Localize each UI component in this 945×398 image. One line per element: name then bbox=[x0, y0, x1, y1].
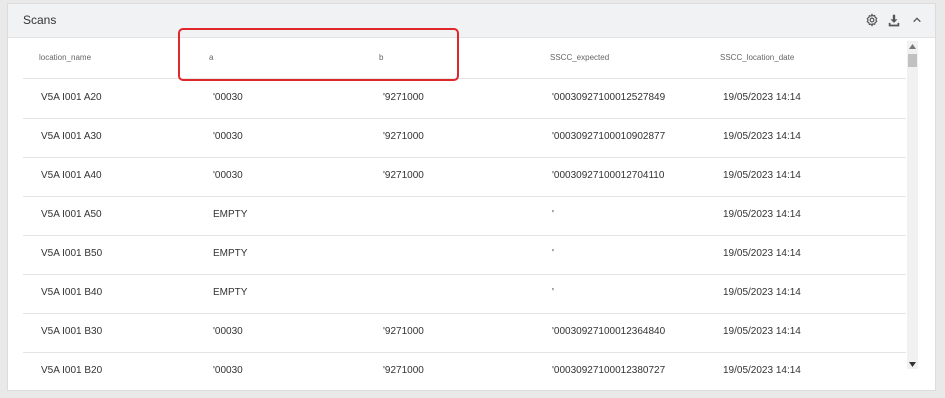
cell-sscc-location-date: 19/05/2023 14:14 bbox=[723, 209, 801, 220]
cell-sscc-expected: '00030927100012704110 bbox=[552, 170, 665, 181]
vertical-scrollbar[interactable] bbox=[907, 41, 918, 369]
cell-a: EMPTY bbox=[213, 248, 248, 259]
cell-sscc-location-date: 19/05/2023 14:14 bbox=[723, 326, 801, 337]
cell-a: EMPTY bbox=[213, 209, 248, 220]
cell-a: '00030 bbox=[213, 170, 243, 181]
gear-icon[interactable] bbox=[864, 12, 880, 28]
cell-b: '9271000 bbox=[383, 92, 424, 103]
table-row[interactable]: V5A I001 A50 EMPTY ' 19/05/2023 14:14 bbox=[23, 196, 906, 236]
scroll-up-arrow[interactable] bbox=[907, 41, 918, 51]
cell-a: '00030 bbox=[213, 131, 243, 142]
cell-sscc-location-date: 19/05/2023 14:14 bbox=[723, 92, 801, 103]
cell-location-name: V5A I001 B30 bbox=[41, 326, 103, 337]
column-header-sscc-expected[interactable]: SSCC_expected bbox=[550, 53, 609, 62]
column-header-location-name[interactable]: location_name bbox=[39, 53, 91, 62]
cell-location-name: V5A I001 B50 bbox=[41, 248, 103, 259]
cell-b: '9271000 bbox=[383, 365, 424, 376]
scans-table: location_name a b SSCC_expected SSCC_loc… bbox=[8, 28, 935, 390]
scroll-down-arrow[interactable] bbox=[907, 359, 918, 369]
cell-location-name: V5A I001 B40 bbox=[41, 287, 103, 298]
table-row[interactable]: V5A I001 A30 '00030 '9271000 '0003092710001… bbox=[23, 118, 906, 158]
cell-b: '9271000 bbox=[383, 326, 424, 337]
cell-a: '00030 bbox=[213, 92, 243, 103]
cell-location-name: V5A I001 A50 bbox=[41, 209, 102, 220]
cell-sscc-location-date: 19/05/2023 14:14 bbox=[723, 287, 801, 298]
cell-location-name: V5A I001 A30 bbox=[41, 131, 102, 142]
table-row[interactable]: V5A I001 B50 EMPTY ' 19/05/2023 14:14 bbox=[23, 235, 906, 275]
panel-title: Scans bbox=[23, 13, 57, 27]
cell-sscc-expected: ' bbox=[552, 209, 554, 220]
column-header-sscc-location-date[interactable]: SSCC_location_date bbox=[720, 53, 794, 62]
cell-sscc-expected: ' bbox=[552, 248, 554, 259]
cell-b: '9271000 bbox=[383, 131, 424, 142]
cell-sscc-expected: ' bbox=[552, 287, 554, 298]
download-icon[interactable] bbox=[886, 12, 902, 28]
cell-a: EMPTY bbox=[213, 287, 248, 298]
table-row[interactable]: V5A I001 A40 '00030 '9271000 '0003092710001… bbox=[23, 157, 906, 197]
cell-sscc-expected: '00030927100012527849 bbox=[552, 92, 666, 103]
table-row[interactable]: V5A I001 B40 EMPTY ' 19/05/2023 14:14 bbox=[23, 274, 906, 314]
cell-b: '9271000 bbox=[383, 170, 424, 181]
table-row[interactable]: V5A I001 B30 '00030 '9271000 '0003092710001… bbox=[23, 313, 906, 353]
panel-header: Scans bbox=[8, 4, 935, 38]
cell-a: '00030 bbox=[213, 365, 243, 376]
cell-sscc-expected: '00030927100010902877 bbox=[552, 131, 666, 142]
chevron-up-icon[interactable] bbox=[909, 12, 925, 28]
cell-location-name: V5A I001 A40 bbox=[41, 170, 102, 181]
table-header-row: location_name a b SSCC_expected SSCC_loc… bbox=[23, 28, 906, 81]
highlight-annotation bbox=[178, 28, 459, 81]
cell-a: '00030 bbox=[213, 326, 243, 337]
cell-sscc-expected: '00030927100012364840 bbox=[552, 326, 666, 337]
scroll-thumb[interactable] bbox=[908, 54, 917, 67]
cell-sscc-location-date: 19/05/2023 14:14 bbox=[723, 170, 801, 181]
scans-panel: Scans location_name a b SSCC_expected SS… bbox=[7, 3, 936, 391]
table-row[interactable]: V5A I001 B20 '00030 '9271000 '0003092710001… bbox=[23, 352, 906, 390]
cell-sscc-location-date: 19/05/2023 14:14 bbox=[723, 365, 801, 376]
cell-location-name: V5A I001 A20 bbox=[41, 92, 102, 103]
cell-location-name: V5A I001 B20 bbox=[41, 365, 103, 376]
cell-sscc-location-date: 19/05/2023 14:14 bbox=[723, 248, 801, 259]
cell-sscc-expected: '00030927100012380727 bbox=[552, 365, 666, 376]
table-row[interactable]: V5A I001 A20 '00030 '9271000 '0003092710001… bbox=[23, 79, 906, 119]
cell-sscc-location-date: 19/05/2023 14:14 bbox=[723, 131, 801, 142]
